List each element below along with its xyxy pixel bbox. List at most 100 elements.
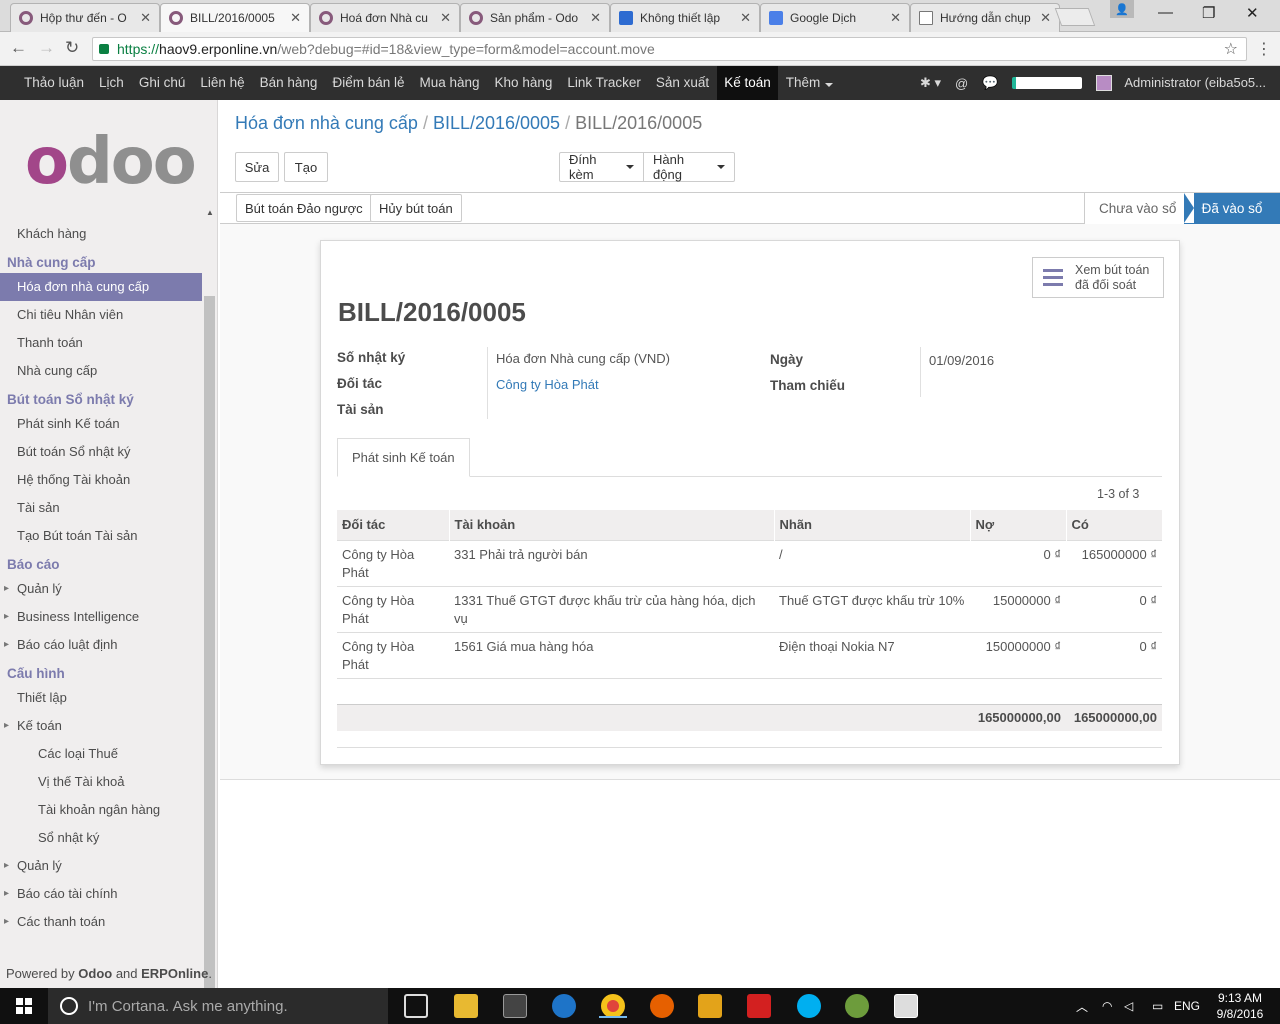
photos-icon[interactable] — [894, 994, 918, 1018]
back-icon[interactable]: ← — [10, 38, 27, 58]
close-icon[interactable]: ✕ — [1040, 10, 1051, 26]
col-debit[interactable]: Nợ — [969, 510, 1066, 540]
browser-tab[interactable]: Không thiết lập ✕ — [610, 3, 760, 32]
edge-icon[interactable] — [552, 994, 576, 1018]
window-close-icon[interactable]: ✕ — [1246, 4, 1259, 22]
table-row[interactable]: Công ty Hòa Phát 331 Phải trả người bán … — [337, 539, 1162, 586]
sidebar-item[interactable]: Tài sản — [0, 494, 202, 522]
sidebar-item[interactable]: Quản lý — [0, 575, 202, 603]
topnav-item-7[interactable]: Kho hàng — [487, 66, 560, 100]
browser-tab[interactable]: Sản phẩm - Odo ✕ — [460, 3, 610, 32]
chrome-icon[interactable] — [599, 994, 627, 1018]
close-icon[interactable]: ✕ — [740, 10, 751, 26]
language-indicator[interactable]: ENG — [1174, 988, 1200, 1024]
user-menu[interactable]: Administrator (eiba5o5... — [1096, 75, 1273, 92]
reverse-entry-button[interactable]: Bút toán Đảo ngược — [236, 194, 372, 222]
profile-icon[interactable]: 👤 — [1110, 0, 1134, 18]
at-icon[interactable]: @ — [955, 76, 968, 91]
sidebar-item[interactable]: Phát sinh Kế toán — [0, 410, 202, 438]
wifi-icon[interactable]: ◠ — [1102, 988, 1112, 1024]
sidebar-item[interactable]: Bút toán Sổ nhật ký — [0, 438, 202, 466]
close-icon[interactable]: ✕ — [590, 10, 601, 26]
sidebar-item[interactable]: Hóa đơn nhà cung cấp — [0, 273, 202, 301]
sidebar-item[interactable]: Tài khoản ngân hàng — [0, 796, 202, 824]
breadcrumb-mid[interactable]: BILL/2016/0005 — [433, 113, 560, 133]
sidebar-item[interactable]: Nhà cung cấp — [0, 357, 202, 385]
status-draft[interactable]: Chưa vào sổ — [1084, 193, 1191, 224]
partner-link[interactable]: Công ty Hòa Phát — [496, 377, 599, 392]
odoo-logo[interactable]: odoo — [25, 130, 197, 194]
chat-icon[interactable]: 💬 — [982, 75, 998, 91]
browser-tab[interactable]: Google Dịch ✕ — [760, 3, 910, 32]
create-button[interactable]: Tạo — [284, 152, 328, 182]
minimize-icon[interactable]: — — [1158, 4, 1173, 21]
fast-app-icon[interactable] — [747, 994, 771, 1018]
topnav-item-10[interactable]: Kế toán — [716, 66, 779, 100]
browser-menu-icon[interactable]: ⋮ — [1256, 39, 1272, 59]
skype-icon[interactable] — [797, 994, 821, 1018]
new-tab-button[interactable] — [1054, 8, 1096, 26]
sidebar-item[interactable]: Sổ nhật ký — [0, 824, 202, 852]
cortana-search[interactable]: I'm Cortana. Ask me anything. — [48, 988, 388, 1024]
sidebar-item[interactable]: Các loại Thuế — [0, 740, 202, 768]
topnav-item-6[interactable]: Mua hàng — [412, 66, 487, 100]
cancel-entry-button[interactable]: Hủy bút toán — [370, 194, 462, 222]
media-player-icon[interactable] — [698, 994, 722, 1018]
topnav-item-5[interactable]: Điểm bán lẻ — [325, 66, 412, 100]
col-partner[interactable]: Đối tác — [337, 510, 449, 540]
sidebar-item[interactable]: Hệ thống Tài khoản — [0, 466, 202, 494]
attachment-dropdown[interactable]: Đính kèm — [559, 152, 644, 182]
topnav-item-8[interactable]: Link Tracker — [560, 66, 649, 100]
windows-start-icon[interactable] — [16, 998, 32, 1014]
sidebar-item[interactable]: Thiết lập — [0, 684, 202, 712]
tab-journal-items[interactable]: Phát sinh Kế toán — [337, 438, 470, 477]
sidebar-item[interactable]: Business Intelligence — [0, 603, 202, 631]
breadcrumb-root[interactable]: Hóa đơn nhà cung cấp — [235, 113, 418, 133]
sidebar-item[interactable]: Thanh toán — [0, 329, 202, 357]
browser-tab-active[interactable]: BILL/2016/0005 ✕ — [160, 3, 310, 32]
sidebar-item[interactable]: Quản lý — [0, 852, 202, 880]
debug-bug-icon[interactable]: ✱ ▾ — [920, 75, 941, 91]
url-input[interactable]: https://haov9.erponline.vn/web?debug=#id… — [92, 37, 1247, 61]
close-icon[interactable]: ✕ — [290, 10, 301, 26]
col-account[interactable]: Tài khoản — [448, 510, 774, 540]
task-view-icon[interactable] — [404, 994, 428, 1018]
powered-erponline-link[interactable]: ERPOnline — [141, 966, 208, 981]
tray-chevron-icon[interactable]: ︿ — [1076, 988, 1088, 1024]
sidebar-item[interactable]: Báo cáo luật định — [0, 631, 202, 659]
file-explorer-icon[interactable] — [454, 994, 478, 1018]
maximize-icon[interactable]: ❐ — [1202, 4, 1215, 22]
table-row[interactable]: Công ty Hòa Phát 1561 Giá mua hàng hóa Đ… — [337, 631, 1162, 678]
notification-icon[interactable]: ▭ — [1152, 988, 1163, 1024]
firefox-icon[interactable] — [650, 994, 674, 1018]
store-icon[interactable] — [503, 994, 527, 1018]
topnav-item-2[interactable]: Ghi chú — [131, 66, 193, 100]
bookmark-star-icon[interactable]: ☆ — [1224, 39, 1238, 59]
topnav-item-1[interactable]: Lịch — [92, 66, 132, 100]
col-credit[interactable]: Có — [1065, 510, 1162, 540]
sidebar-item[interactable]: Kế toán — [0, 712, 202, 740]
reload-icon[interactable]: ↻ — [65, 38, 79, 58]
clock[interactable]: 9:13 AM 9/8/2016 — [1214, 990, 1266, 1022]
table-row[interactable]: Công ty Hòa Phát 1331 Thuế GTGT được khấ… — [337, 585, 1162, 632]
sidebar-item[interactable]: Các thanh toán — [0, 908, 202, 936]
paint-icon[interactable] — [845, 994, 869, 1018]
sidebar-scroll-thumb[interactable] — [204, 296, 215, 1024]
close-icon[interactable]: ✕ — [440, 10, 451, 26]
scroll-up-icon[interactable]: ▲ — [206, 208, 214, 217]
reconciled-entries-button[interactable]: Xem bút toán đã đối soát — [1032, 257, 1164, 298]
status-posted[interactable]: Đã vào sổ — [1184, 193, 1280, 224]
sidebar-item[interactable]: Chi tiêu Nhân viên — [0, 301, 202, 329]
sidebar-item[interactable]: Khách hàng — [0, 220, 202, 248]
action-dropdown[interactable]: Hành động — [643, 152, 735, 182]
edit-button[interactable]: Sửa — [235, 152, 279, 182]
topnav-item-9[interactable]: Sản xuất — [648, 66, 716, 100]
forward-icon[interactable]: → — [38, 38, 55, 58]
close-icon[interactable]: ✕ — [140, 10, 151, 26]
browser-tab[interactable]: Hoá đơn Nhà cu ✕ — [310, 3, 460, 32]
close-icon[interactable]: ✕ — [890, 10, 901, 26]
volume-icon[interactable]: ◁ — [1124, 988, 1133, 1024]
sidebar-item[interactable]: Báo cáo tài chính — [0, 880, 202, 908]
topnav-item-4[interactable]: Bán hàng — [252, 66, 325, 100]
powered-odoo-link[interactable]: Odoo — [78, 966, 112, 981]
